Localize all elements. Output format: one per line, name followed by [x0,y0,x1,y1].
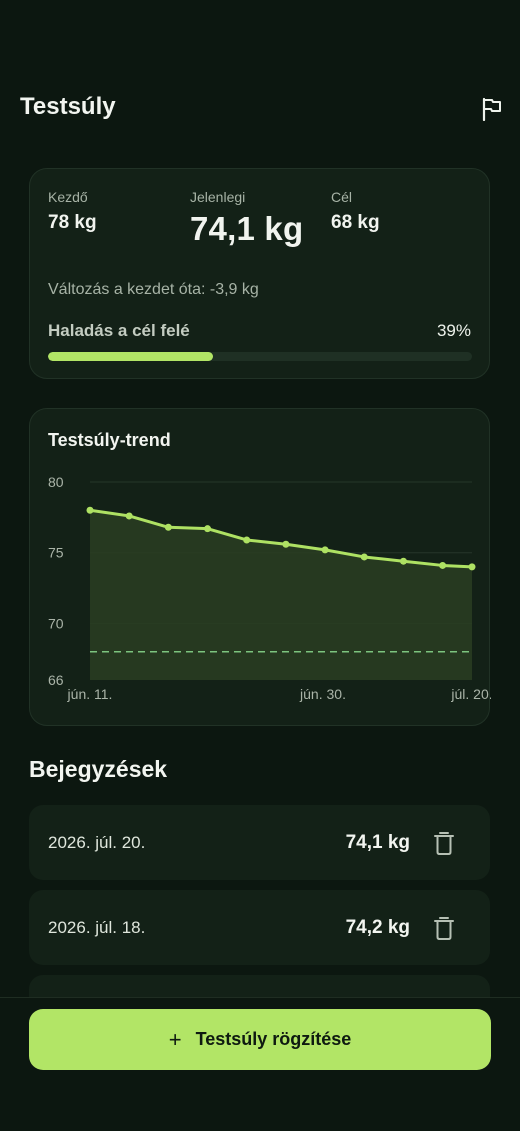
y-tick-label: 80 [48,474,64,490]
y-tick-label: 75 [48,545,64,561]
plus-icon: + [168,1026,182,1052]
trend-area [90,510,472,680]
x-tick-label: jún. 30. [299,686,346,702]
y-tick-label: 70 [48,615,64,631]
data-point [360,553,368,561]
data-point [439,561,447,569]
add-weight-button[interactable]: + Testsúly rögzítése [29,1009,491,1070]
add-weight-label: Testsúly rögzítése [195,1029,352,1049]
current-weight-stat: Jelenlegi 74,1 kg [190,189,303,248]
data-point [468,563,476,571]
goal-label: Cél [331,189,353,205]
change-since-start: Változás a kezdet óta: -3,9 kg [48,281,259,298]
progress-label: Haladás a cél felé [48,321,190,340]
delete-entry-button[interactable] [432,915,456,941]
page-title: Testsúly [20,93,116,120]
entry-weight: 74,1 kg [345,832,410,853]
data-point [399,557,407,565]
trash-icon [434,832,454,855]
progress-percent: 39% [436,321,471,340]
y-tick-label: 66 [48,672,64,688]
x-tick-label: jún. 11. [67,686,113,702]
current-label: Jelenlegi [190,189,246,205]
goal-value: 68 kg [331,212,380,233]
trash-icon [434,917,454,940]
trend-chart: 80 75 70 66jún. 11. jún. 30. júl. 20. [48,474,491,702]
delete-entry-button[interactable] [432,830,456,856]
app-header: Testsúly [0,0,520,150]
x-tick-label: júl. 20. [450,686,491,702]
start-label: Kezdő [48,189,88,205]
trend-card: Testsúly-trend 80 75 70 66 jún. 11. jún. 30. j… [29,408,491,726]
data-point [321,546,329,554]
data-point [282,540,290,548]
data-point [243,536,251,544]
start-weight-stat: Kezdő 78 kg [48,189,97,234]
entry-row[interactable]: 2026. júl. 20. 74,1 kg [29,805,490,880]
entries-title: Bejegyzések [29,756,168,782]
data-point [164,523,172,531]
entry-weight: 74,2 kg [345,917,410,938]
progress-track [48,352,472,361]
data-point [86,506,94,514]
start-value: 78 kg [48,212,97,233]
summary-card: Kezdő 78 kg Jelenlegi 74,1 kg Cél 68 kg … [29,168,490,379]
entry-date: 2026. júl. 20. [48,833,146,852]
data-point [125,512,133,520]
entry-date: 2026. júl. 18. [48,918,146,937]
flag-icon [482,97,501,121]
data-point [204,525,212,533]
current-value: 74,1 kg [190,210,304,247]
goal-weight-stat: Cél 68 kg [331,189,380,234]
entry-row[interactable]: 2026. júl. 18. 74,2 kg [29,890,490,965]
goal-flag-button[interactable] [478,95,506,123]
progress-fill [48,352,214,361]
